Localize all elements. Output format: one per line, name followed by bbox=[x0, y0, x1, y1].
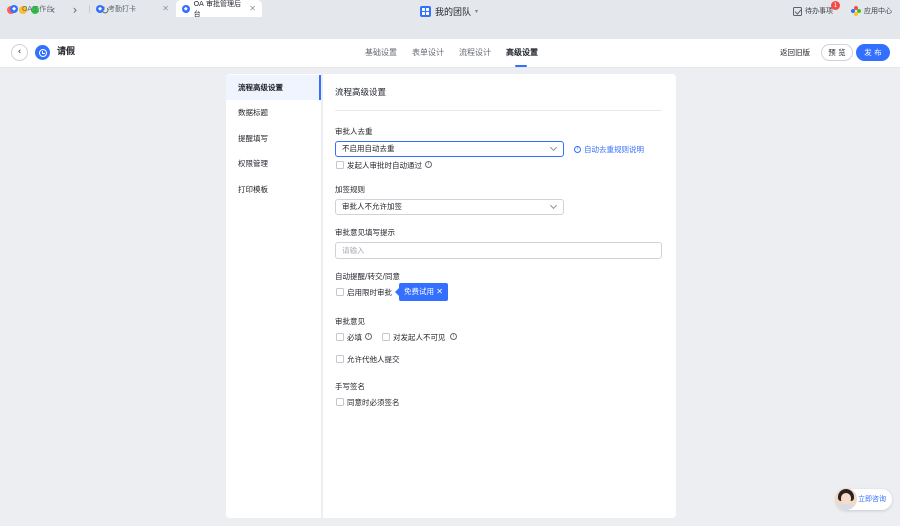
menu-item-print-template[interactable]: 打印模板 bbox=[226, 177, 321, 202]
chevron-down-icon bbox=[549, 201, 558, 210]
tab-label: OA 审批管理后台 bbox=[193, 0, 241, 18]
back-to-old-version-link[interactable]: 返回旧版 bbox=[780, 44, 810, 61]
todo-label: 待办事项 bbox=[805, 7, 833, 15]
sign-on-agree-label: 同意时必须签名 bbox=[347, 398, 400, 407]
menu-item-advanced-flow[interactable]: 流程高级设置 bbox=[226, 75, 321, 100]
auto-pass-checkbox[interactable] bbox=[336, 161, 344, 169]
info-icon[interactable]: i bbox=[425, 161, 432, 168]
dedupe-rule-link[interactable]: ? 自动去重规则说明 bbox=[574, 143, 644, 155]
menu-item-permissions[interactable]: 权限管理 bbox=[226, 151, 321, 176]
limit-approval-checkbox[interactable] bbox=[336, 288, 344, 296]
active-step-indicator bbox=[515, 65, 527, 67]
dedupe-select[interactable]: 不启用自动去重 bbox=[335, 141, 564, 157]
page-toolbar bbox=[0, 39, 900, 68]
tab-label: 考勤打卡 bbox=[108, 4, 136, 13]
auto-remind-label: 自动提醒/转交/同意 bbox=[335, 272, 401, 281]
dedupe-selected-value: 不启用自动去重 bbox=[342, 144, 395, 153]
panel-title: 流程高级设置 bbox=[335, 88, 387, 98]
team-switcher[interactable]: 我的团队 ▾ bbox=[420, 3, 478, 19]
info-icon[interactable]: i bbox=[450, 333, 457, 340]
free-trial-tag[interactable]: 免费试用 ✕ bbox=[395, 283, 448, 301]
consult-label[interactable]: 立即咨询 bbox=[858, 494, 886, 504]
tab-favicon-icon: ◆ bbox=[96, 4, 104, 13]
step-advanced-settings[interactable]: 高级设置 bbox=[506, 39, 538, 68]
publish-button[interactable]: 发 布 bbox=[856, 44, 890, 61]
limit-approval-label: 启用限时审批 bbox=[347, 288, 392, 297]
opinion-invisible-checkbox[interactable] bbox=[382, 333, 390, 341]
opinion-required-checkbox[interactable] bbox=[336, 333, 344, 341]
chevron-down-icon bbox=[549, 143, 558, 152]
form-icon bbox=[35, 45, 50, 60]
opinion-invisible-label: 对发起人不可见 bbox=[393, 333, 446, 342]
opinion-hint-label: 审批意见填写提示 bbox=[335, 228, 395, 237]
todo-check-icon bbox=[793, 6, 802, 16]
sign-on-agree-checkbox[interactable] bbox=[336, 398, 344, 406]
countersign-selected-value: 审批人不允许加签 bbox=[342, 202, 402, 211]
dedupe-label: 审批人去重 bbox=[335, 127, 373, 136]
app-center-label: 应用中心 bbox=[864, 7, 892, 15]
close-tab-icon[interactable]: ✕ bbox=[249, 4, 256, 13]
clock-icon bbox=[38, 48, 47, 57]
tab-attendance[interactable]: ◆ 考勤打卡 ✕ bbox=[90, 0, 175, 17]
proxy-submit-label: 允许代他人提交 bbox=[347, 355, 400, 364]
tab-bar bbox=[0, 22, 900, 39]
info-icon[interactable]: i bbox=[365, 333, 372, 340]
tab-favicon-icon: ◆ bbox=[182, 4, 190, 13]
countersign-label: 加签规则 bbox=[335, 185, 365, 194]
consultant-avatar[interactable] bbox=[835, 488, 857, 510]
tab-oa-workbench[interactable]: ◆ OA工作台 bbox=[4, 0, 88, 17]
step-basic-settings[interactable]: 基础设置 bbox=[365, 39, 397, 68]
tab-label: OA工作台 bbox=[22, 4, 54, 13]
free-trial-label: 免费试用 bbox=[404, 287, 434, 296]
app-center-icon bbox=[851, 6, 861, 16]
auto-pass-label: 发起人审批时自动通过 bbox=[347, 161, 422, 170]
form-name: 请假 bbox=[57, 47, 76, 57]
proxy-submit-checkbox[interactable] bbox=[336, 355, 344, 363]
dedupe-rule-link-label: 自动去重规则说明 bbox=[584, 144, 644, 154]
opinion-hint-input[interactable]: 请输入 bbox=[335, 242, 662, 259]
menu-item-remind-fill[interactable]: 提醒填写 bbox=[226, 126, 321, 151]
close-icon[interactable]: ✕ bbox=[436, 283, 443, 301]
back-button[interactable]: ‹ bbox=[11, 44, 28, 61]
chevron-down-icon: ▾ bbox=[475, 7, 479, 15]
preview-button[interactable]: 预 览 bbox=[821, 44, 853, 61]
app-center-button[interactable]: 应用中心 bbox=[851, 3, 892, 19]
divider bbox=[335, 110, 662, 111]
team-logo-icon bbox=[420, 5, 431, 17]
tab-oa-approval-admin[interactable]: ◆ OA 审批管理后台 ✕ bbox=[176, 0, 262, 18]
tab-favicon-icon: ◆ bbox=[10, 4, 18, 13]
team-name: 我的团队 bbox=[435, 7, 472, 18]
question-icon: ? bbox=[574, 145, 581, 153]
opinion-label: 审批意见 bbox=[335, 317, 365, 326]
signature-label: 手写签名 bbox=[335, 382, 365, 391]
step-flow-design[interactable]: 流程设计 bbox=[459, 39, 491, 68]
countersign-select[interactable]: 审批人不允许加签 bbox=[335, 199, 564, 215]
menu-item-data-title[interactable]: 数据标题 bbox=[226, 100, 321, 125]
todo-button[interactable]: 待办事项 bbox=[793, 3, 833, 19]
step-form-design[interactable]: 表单设计 bbox=[412, 39, 444, 68]
todo-badge: 1 bbox=[831, 1, 840, 10]
opinion-required-label: 必填 bbox=[347, 333, 362, 342]
close-tab-icon[interactable]: ✕ bbox=[162, 4, 169, 13]
